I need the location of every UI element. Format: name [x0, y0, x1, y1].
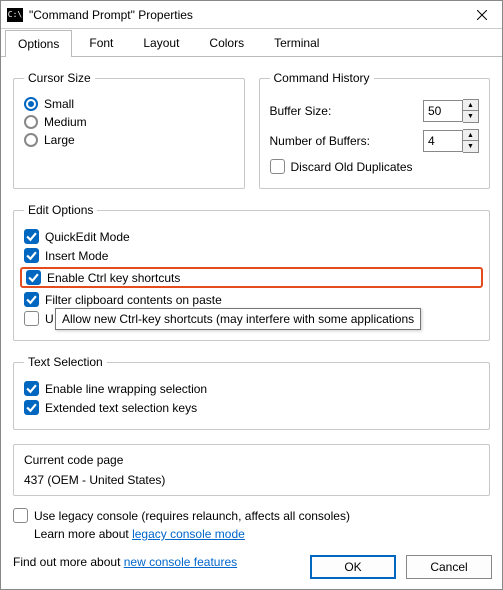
- radio-large[interactable]: [24, 133, 38, 147]
- filter-clipboard-label: Filter clipboard contents on paste: [45, 293, 222, 307]
- quickedit-label: QuickEdit Mode: [45, 230, 130, 244]
- ok-button[interactable]: OK: [310, 555, 396, 579]
- tab-layout[interactable]: Layout: [130, 29, 192, 56]
- check-hidden-option[interactable]: [24, 311, 39, 326]
- tab-options[interactable]: Options: [5, 30, 72, 57]
- cancel-button[interactable]: Cancel: [406, 555, 492, 579]
- line-wrapping-label: Enable line wrapping selection: [45, 382, 207, 396]
- learn-more-text: Learn more about: [34, 527, 132, 541]
- tab-strip: Options Font Layout Colors Terminal: [1, 29, 502, 57]
- history-legend: Command History: [270, 71, 374, 85]
- titlebar: C:\ "Command Prompt" Properties: [1, 1, 502, 29]
- codepage-value: 437 (OEM - United States): [24, 473, 479, 487]
- cmd-icon: C:\: [7, 8, 23, 22]
- dialog-buttons: OK Cancel: [310, 555, 492, 579]
- cursor-size-group: Cursor Size Small Medium Large: [13, 71, 245, 189]
- radio-large-label: Large: [44, 133, 75, 147]
- radio-small-label: Small: [44, 97, 74, 111]
- extended-selection-label: Extended text selection keys: [45, 401, 197, 415]
- check-quickedit[interactable]: [24, 229, 39, 244]
- discard-label: Discard Old Duplicates: [291, 160, 413, 174]
- legacy-console-link[interactable]: legacy console mode: [132, 527, 245, 541]
- radio-small[interactable]: [24, 97, 38, 111]
- close-icon: [477, 10, 487, 20]
- tooltip: Allow new Ctrl-key shortcuts (may interf…: [55, 308, 421, 330]
- num-buffers-label: Number of Buffers:: [270, 134, 371, 148]
- text-selection-group: Text Selection Enable line wrapping sele…: [13, 355, 490, 430]
- cursor-size-legend: Cursor Size: [24, 71, 95, 85]
- codepage-group: Current code page 437 (OEM - United Stat…: [13, 444, 490, 496]
- codepage-legend: Current code page: [24, 453, 479, 467]
- edit-legend: Edit Options: [24, 203, 97, 217]
- textsel-legend: Text Selection: [24, 355, 107, 369]
- highlighted-option: Enable Ctrl key shortcuts: [20, 267, 483, 288]
- check-insert[interactable]: [24, 248, 39, 263]
- window-title: "Command Prompt" Properties: [29, 8, 462, 22]
- check-ctrl-shortcuts[interactable]: [26, 270, 41, 285]
- ctrl-shortcuts-label: Enable Ctrl key shortcuts: [47, 271, 180, 285]
- check-legacy-console[interactable]: [13, 508, 28, 523]
- new-features-link[interactable]: new console features: [124, 555, 237, 569]
- check-extended-selection[interactable]: [24, 400, 39, 415]
- check-line-wrapping[interactable]: [24, 381, 39, 396]
- check-discard-duplicates[interactable]: [270, 159, 285, 174]
- radio-medium[interactable]: [24, 115, 38, 129]
- tab-colors[interactable]: Colors: [196, 29, 257, 56]
- insert-label: Insert Mode: [45, 249, 108, 263]
- command-history-group: Command History Buffer Size: ▲▼ Number o…: [259, 71, 491, 189]
- num-buffers-spinner[interactable]: ▲▼: [463, 129, 479, 153]
- legacy-label: Use legacy console (requires relaunch, a…: [34, 509, 350, 523]
- tab-font[interactable]: Font: [76, 29, 126, 56]
- buffer-size-input[interactable]: [423, 100, 463, 122]
- num-buffers-input[interactable]: [423, 130, 463, 152]
- radio-medium-label: Medium: [44, 115, 87, 129]
- tab-terminal[interactable]: Terminal: [261, 29, 332, 56]
- find-out-text: Find out more about: [13, 555, 124, 569]
- buffer-size-label: Buffer Size:: [270, 104, 332, 118]
- hidden-option-label: U: [45, 312, 54, 326]
- close-button[interactable]: [462, 1, 502, 29]
- buffer-size-spinner[interactable]: ▲▼: [463, 99, 479, 123]
- check-filter-clipboard[interactable]: [24, 292, 39, 307]
